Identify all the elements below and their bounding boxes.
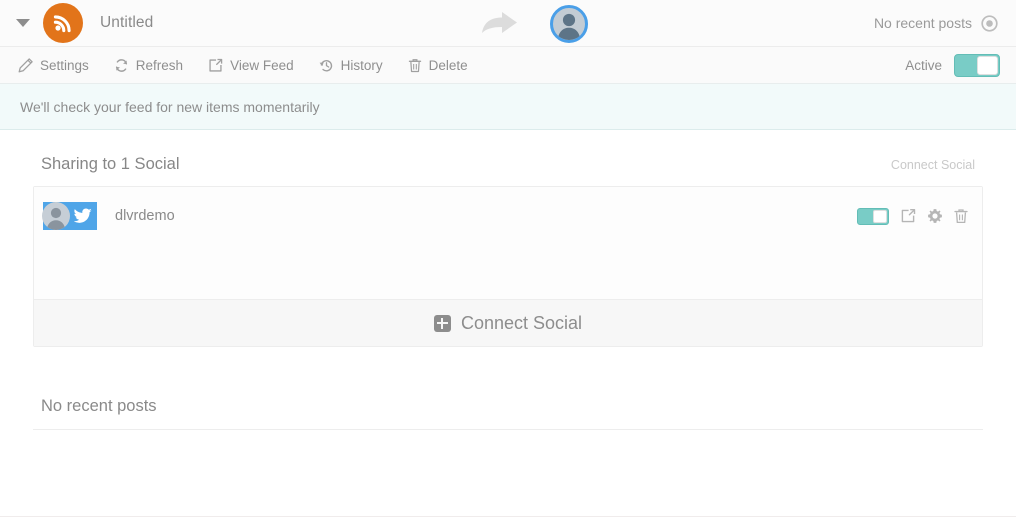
external-link-icon[interactable] bbox=[900, 208, 916, 224]
toggle-knob bbox=[873, 209, 887, 223]
history-icon bbox=[319, 59, 332, 72]
plus-square-icon bbox=[433, 314, 451, 332]
feed-title: Untitled bbox=[100, 14, 154, 31]
bottom-divider bbox=[0, 516, 1016, 517]
social-account-avatar bbox=[42, 202, 97, 230]
main-content: Sharing to 1 Social Connect Social dlvrd… bbox=[0, 130, 1016, 430]
active-label: Active bbox=[905, 57, 942, 73]
target-record-icon[interactable] bbox=[981, 14, 998, 32]
view-feed-button[interactable]: View Feed bbox=[208, 58, 294, 73]
user-avatar-icon[interactable] bbox=[550, 4, 588, 43]
recent-posts-section: No recent posts bbox=[33, 347, 983, 430]
rss-icon[interactable] bbox=[43, 3, 83, 43]
chevron-down-icon[interactable] bbox=[16, 19, 30, 27]
view-feed-label: View Feed bbox=[230, 57, 294, 73]
twitter-bird-icon bbox=[74, 208, 92, 223]
sharing-header: Sharing to 1 Social Connect Social bbox=[33, 130, 983, 186]
trash-icon[interactable] bbox=[954, 208, 968, 224]
pencil-icon bbox=[18, 57, 33, 72]
feed-notice-bar: We'll check your feed for new items mome… bbox=[0, 84, 1016, 130]
connect-social-footer-button[interactable]: Connect Social bbox=[34, 299, 982, 346]
feed-toolbar: Settings Refresh View Feed History Delet… bbox=[0, 47, 1016, 84]
refresh-button[interactable]: Refresh bbox=[114, 58, 183, 73]
social-account-actions bbox=[857, 207, 968, 225]
header-status-text: No recent posts bbox=[873, 15, 972, 31]
settings-label: Settings bbox=[40, 57, 89, 73]
toolbar-active-group: Active bbox=[905, 53, 1016, 77]
delete-button[interactable]: Delete bbox=[408, 58, 468, 73]
recent-posts-title: No recent posts bbox=[33, 397, 983, 430]
toggle-knob bbox=[977, 55, 998, 75]
history-button[interactable]: History bbox=[319, 58, 383, 73]
settings-button[interactable]: Settings bbox=[18, 58, 89, 73]
active-toggle[interactable] bbox=[954, 53, 1000, 77]
social-accounts-list: dlvrdemo bbox=[34, 187, 982, 299]
share-arrow-icon[interactable] bbox=[480, 9, 520, 39]
user-avatar-icon bbox=[42, 202, 70, 230]
feed-notice-text: We'll check your feed for new items mome… bbox=[20, 98, 320, 115]
social-accounts-card: dlvrdemo Connect Social bbox=[33, 186, 983, 347]
gear-icon[interactable] bbox=[927, 208, 943, 224]
delete-label: Delete bbox=[428, 57, 468, 73]
social-account-toggle[interactable] bbox=[857, 207, 889, 225]
refresh-icon bbox=[115, 58, 127, 72]
history-label: History bbox=[340, 57, 383, 73]
toolbar-actions: Settings Refresh View Feed History Delet… bbox=[0, 58, 468, 73]
header-left-group: Untitled bbox=[0, 3, 153, 43]
sharing-title: Sharing to 1 Social bbox=[41, 155, 180, 173]
trash-icon bbox=[408, 58, 421, 72]
connect-social-link[interactable]: Connect Social bbox=[891, 158, 983, 172]
app-header: Untitled No recent posts bbox=[0, 0, 1016, 47]
header-center-group bbox=[480, 0, 588, 47]
social-account-row: dlvrdemo bbox=[34, 187, 982, 245]
refresh-label: Refresh bbox=[135, 57, 184, 73]
header-status-group: No recent posts bbox=[873, 14, 1016, 32]
connect-social-footer-label: Connect Social bbox=[460, 312, 583, 333]
social-account-name: dlvrdemo bbox=[115, 208, 175, 224]
external-link-icon bbox=[209, 58, 223, 72]
